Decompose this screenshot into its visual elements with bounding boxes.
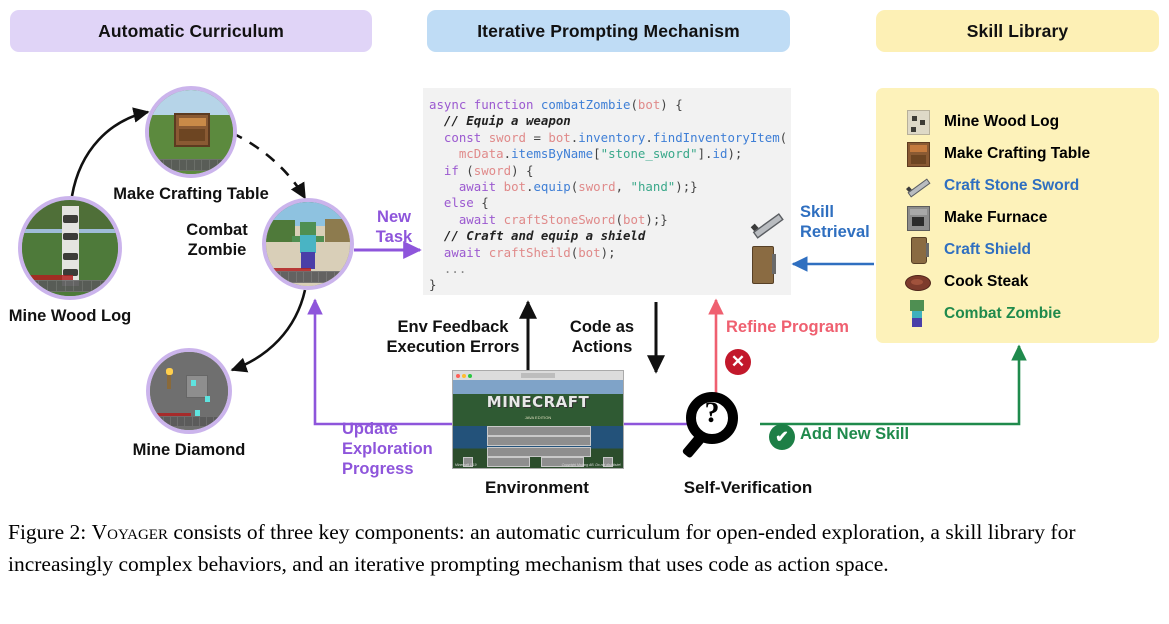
skill-item-combat-zombie[interactable]: Combat Zombie — [902, 300, 1061, 328]
skill-item-cook-steak[interactable]: Cook Steak — [902, 268, 1028, 296]
node-thumbnail-make-crafting-table — [145, 86, 237, 178]
node-thumbnail-mine-diamond — [146, 348, 232, 434]
zombie-body — [300, 234, 316, 254]
shield-icon-inline — [752, 246, 784, 286]
caption-smallcaps: Voyager — [91, 520, 168, 544]
footer-copyright: Copyright Mojang AB. Do not distribute! — [561, 463, 621, 467]
skill-label: Combat Zombie — [944, 305, 1062, 322]
figure-diagram: Automatic Curriculum Iterative Prompting… — [0, 0, 1169, 508]
skill-item-craft-stone-sword[interactable]: Craft Stone Sword — [902, 172, 1079, 200]
diamond-ore-block — [185, 375, 209, 398]
curriculum-node-mine-wood-log: Mine Wood Log — [9, 196, 131, 325]
curriculum-node-make-crafting-table: Make Crafting Table — [113, 86, 269, 203]
panel-header-label: Skill Library — [966, 20, 1069, 41]
label-skill-retrieval: Skill Retrieval — [800, 203, 870, 241]
caption-body: consists of three key components: an aut… — [8, 520, 1076, 576]
caption-prefix: Figure 2: — [8, 520, 92, 544]
stone-sword-icon-inline — [746, 205, 786, 243]
singleplayer-button[interactable] — [487, 425, 591, 436]
window-footer: Minecraft 1.19 Copyright Mojang AB. Do n… — [455, 463, 621, 468]
minecraft-menu-scene: MINECRAFT JAVA EDITION Minecraft 1.19 Co… — [453, 380, 623, 468]
skill-label: Cook Steak — [944, 273, 1029, 290]
zombie-arm-left — [292, 235, 300, 243]
node-label-combat-zombie: Combat Zombie — [186, 221, 248, 260]
crafting-table-icon — [902, 140, 932, 168]
node-thumbnail-combat-zombie — [262, 198, 354, 290]
skill-label: Make Furnace — [944, 209, 1048, 226]
crafting-table-block — [174, 112, 211, 147]
fail-badge-icon: ✕ — [725, 349, 751, 375]
skill-label: Craft Shield — [944, 241, 1031, 258]
self-verification-label: Self-Verification — [683, 478, 813, 497]
furnace-icon — [902, 204, 932, 232]
zombie-arm-right — [316, 235, 324, 243]
shield-icon — [902, 236, 932, 264]
node-label-mine-wood-log: Mine Wood Log — [8, 307, 132, 325]
panel-header-iterative-prompting: Iterative Prompting Mechanism — [427, 10, 790, 52]
label-env-feedback: Env Feedback Execution Errors — [386, 318, 520, 356]
torch — [165, 368, 173, 390]
panel-header-label: Iterative Prompting Mechanism — [477, 20, 740, 41]
wood-log-icon — [902, 108, 932, 136]
steak-icon — [902, 268, 932, 296]
panel-header-skill-library: Skill Library — [876, 10, 1159, 52]
panel-header-label: Automatic Curriculum — [98, 20, 284, 41]
curriculum-node-mine-diamond: Mine Diamond — [133, 348, 245, 459]
label-update-exploration: Update Exploration Progress — [342, 420, 433, 478]
curriculum-node-combat-zombie: Combat Zombie — [186, 198, 354, 290]
success-glyph: ✔ — [775, 429, 789, 446]
fail-glyph: ✕ — [730, 352, 746, 371]
question-mark: ? — [704, 396, 720, 429]
skill-item-craft-shield[interactable]: Craft Shield — [902, 236, 1031, 264]
node-label-mine-diamond: Mine Diamond — [132, 441, 246, 459]
success-badge-icon: ✔ — [769, 424, 795, 450]
minecraft-environment-window: MINECRAFT JAVA EDITION Minecraft 1.19 Co… — [452, 370, 624, 469]
skill-label: Make Crafting Table — [944, 145, 1091, 162]
skill-label: Craft Stone Sword — [944, 177, 1080, 194]
arrow-zombie-to-diamond — [230, 289, 307, 373]
label-refine-program: Refine Program — [726, 318, 849, 336]
environment-label: Environment — [485, 478, 589, 497]
figure-caption: Figure 2: Voyager consists of three key … — [8, 516, 1163, 580]
minecraft-logo: MINECRAFT — [486, 393, 590, 412]
traffic-lights — [456, 373, 460, 378]
code-block: async function combatZombie(bot) { // Eq… — [429, 97, 788, 293]
label-new-task: New Task — [375, 208, 413, 246]
realms-button[interactable] — [487, 446, 591, 457]
arrow-add-new-skill — [760, 344, 1027, 426]
node-thumbnail-mine-wood-log — [18, 196, 122, 300]
window-titlebar — [453, 371, 623, 380]
minecraft-subtitle: JAVA EDITION — [524, 415, 552, 421]
skill-item-make-crafting-table[interactable]: Make Crafting Table — [902, 140, 1090, 168]
zombie-head — [299, 222, 317, 236]
skill-item-mine-wood-log[interactable]: Mine Wood Log — [902, 108, 1059, 136]
code-panel: async function combatZombie(bot) { // Eq… — [423, 88, 791, 295]
label-code-as-actions: Code as Actions — [569, 318, 635, 356]
label-add-new-skill: Add New Skill — [800, 425, 910, 443]
stone-sword-icon — [902, 172, 932, 200]
zombie-icon — [902, 300, 932, 328]
skill-label: Mine Wood Log — [944, 113, 1060, 130]
panel-header-automatic-curriculum: Automatic Curriculum — [10, 10, 372, 52]
window-title — [521, 373, 555, 378]
skill-item-make-furnace[interactable]: Make Furnace — [902, 204, 1047, 232]
multiplayer-button[interactable] — [487, 436, 591, 447]
magnifier-question-icon: ? — [681, 392, 746, 459]
skill-library-panel: Mine Wood Log Make Crafting Table Craft … — [876, 88, 1159, 343]
